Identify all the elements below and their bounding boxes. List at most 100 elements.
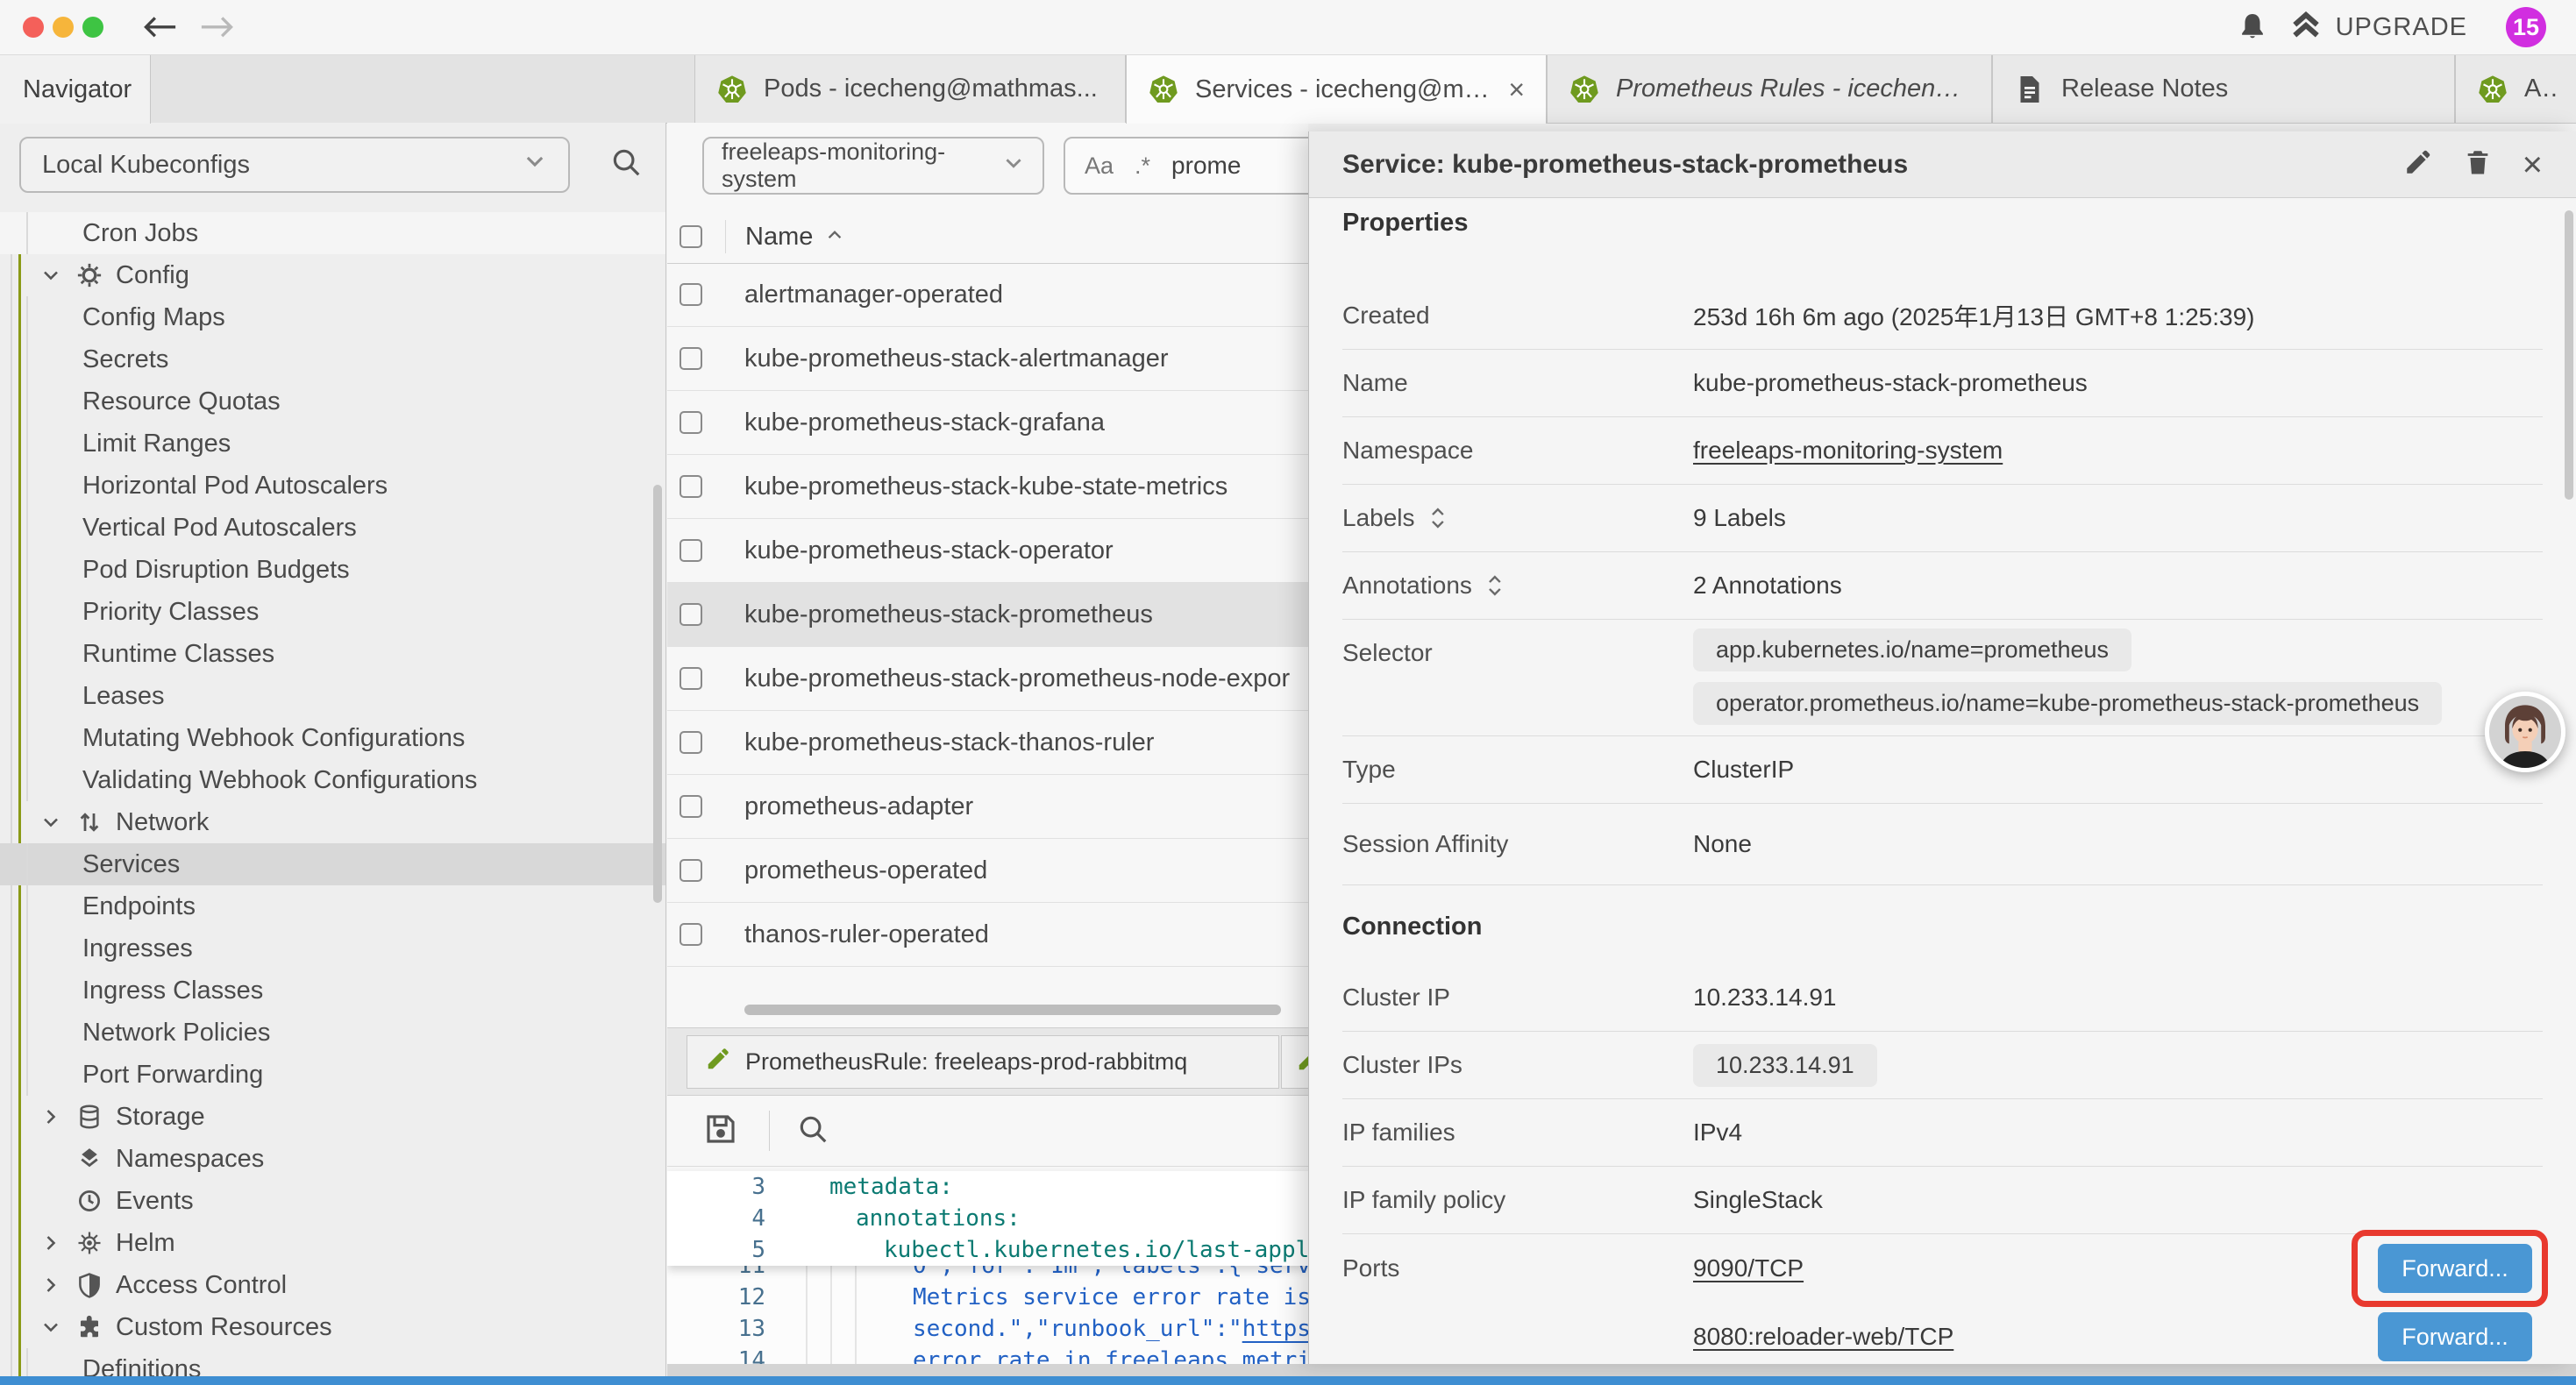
sidebar-item-vertical-pod-autoscalers[interactable]: Vertical Pod Autoscalers bbox=[0, 507, 665, 549]
close-tab-icon[interactable]: × bbox=[1508, 75, 1525, 103]
table-row[interactable]: kube-prometheus-stack-grafana bbox=[667, 391, 1308, 455]
expand-collapse-icon[interactable] bbox=[1486, 572, 1504, 599]
sidebar-item-storage[interactable]: Storage bbox=[0, 1096, 665, 1138]
sidebar-item-network[interactable]: Network bbox=[0, 801, 665, 843]
navigator-tab[interactable]: Navigator bbox=[0, 55, 151, 124]
delete-trash-icon[interactable] bbox=[2463, 147, 2493, 181]
save-button[interactable] bbox=[702, 1111, 739, 1152]
sidebar-item-events[interactable]: Events bbox=[0, 1180, 665, 1222]
table-row[interactable]: kube-prometheus-stack-prometheus-node-ex… bbox=[667, 647, 1308, 711]
sidebar-item-horizontal-pod-autoscalers[interactable]: Horizontal Pod Autoscalers bbox=[0, 465, 665, 507]
row-checkbox[interactable] bbox=[680, 603, 702, 626]
table-row[interactable]: prometheus-adapter bbox=[667, 775, 1308, 839]
sidebar-item-custom-resources[interactable]: Custom Resources bbox=[0, 1306, 665, 1348]
tab-services[interactable]: Services - icecheng@math...× bbox=[1126, 55, 1547, 124]
row-checkbox[interactable] bbox=[680, 923, 702, 946]
upgrade-button[interactable]: UPGRADE bbox=[2290, 0, 2467, 54]
minimize-window-button[interactable] bbox=[53, 17, 74, 38]
sidebar-item-definitions[interactable]: Definitions bbox=[0, 1348, 665, 1376]
row-checkbox[interactable] bbox=[680, 667, 702, 690]
row-checkbox[interactable] bbox=[680, 411, 702, 434]
table-row[interactable]: thanos-ruler-operated bbox=[667, 903, 1308, 967]
row-checkbox[interactable] bbox=[680, 539, 702, 562]
sidebar-item-ingress-classes[interactable]: Ingress Classes bbox=[0, 970, 665, 1012]
edit-pencil-icon[interactable] bbox=[2403, 147, 2433, 181]
tab-pods[interactable]: Pods - icecheng@mathmas... bbox=[694, 55, 1126, 123]
forward-button[interactable] bbox=[196, 9, 238, 46]
notification-count-badge[interactable]: 15 bbox=[2506, 7, 2546, 47]
chevron-down-icon[interactable] bbox=[40, 265, 61, 286]
sidebar-item-runtime-classes[interactable]: Runtime Classes bbox=[0, 633, 665, 675]
sidebar-item-config-maps[interactable]: Config Maps bbox=[0, 296, 665, 338]
editor-search-button[interactable] bbox=[796, 1112, 829, 1150]
editor-tab-next[interactable] bbox=[1281, 1035, 1308, 1089]
name-column-header[interactable]: Name bbox=[745, 223, 844, 252]
table-row[interactable]: kube-prometheus-stack-operator bbox=[667, 519, 1308, 583]
row-checkbox[interactable] bbox=[680, 859, 702, 882]
port-link[interactable]: 8080:reloader-web/TCP bbox=[1693, 1323, 1953, 1351]
table-row[interactable]: kube-prometheus-stack-prometheus bbox=[667, 583, 1308, 647]
sidebar-item-endpoints[interactable]: Endpoints bbox=[0, 885, 665, 927]
back-button[interactable] bbox=[139, 9, 181, 46]
port-link[interactable]: 9090/TCP bbox=[1693, 1254, 1804, 1282]
yaml-editor[interactable]: 110","for":"1m","labels":{"service":"12M… bbox=[667, 1171, 1308, 1364]
close-window-button[interactable] bbox=[23, 17, 44, 38]
sidebar-search-button[interactable] bbox=[609, 146, 643, 183]
namespace-link[interactable]: freeleaps-monitoring-system bbox=[1693, 437, 2003, 465]
sidebar-item-network-policies[interactable]: Network Policies bbox=[0, 1012, 665, 1054]
sidebar-item-port-forwarding[interactable]: Port Forwarding bbox=[0, 1054, 665, 1096]
chevron-down-icon[interactable] bbox=[40, 1317, 61, 1338]
sidebar-item-pod-disruption-budgets[interactable]: Pod Disruption Budgets bbox=[0, 549, 665, 591]
table-row[interactable]: kube-prometheus-stack-kube-state-metrics bbox=[667, 455, 1308, 519]
row-checkbox[interactable] bbox=[680, 731, 702, 754]
row-checkbox[interactable] bbox=[680, 283, 702, 306]
chevron-right-icon[interactable] bbox=[40, 1232, 61, 1254]
user-avatar[interactable] bbox=[2485, 692, 2565, 772]
sidebar-item-helm[interactable]: Helm bbox=[0, 1222, 665, 1264]
select-all-checkbox[interactable] bbox=[680, 225, 702, 248]
editor-tab-prometheusrule[interactable]: PrometheusRule: freeleaps-prod-rabbitmq bbox=[687, 1035, 1279, 1089]
table-row[interactable]: prometheus-operated bbox=[667, 839, 1308, 903]
sidebar-item-mutating-webhook-configurations[interactable]: Mutating Webhook Configurations bbox=[0, 717, 665, 759]
regex-toggle[interactable]: .* bbox=[1135, 153, 1150, 180]
chevron-down-icon[interactable] bbox=[40, 812, 61, 833]
horizontal-scrollbar[interactable] bbox=[744, 1005, 1281, 1015]
sidebar-item-ingresses[interactable]: Ingresses bbox=[0, 927, 665, 970]
sidebar-item-access-control[interactable]: Access Control bbox=[0, 1264, 665, 1306]
search-icon bbox=[796, 1112, 829, 1146]
chevron-right-icon[interactable] bbox=[40, 1106, 61, 1127]
close-icon[interactable]: × bbox=[2523, 147, 2543, 182]
sidebar-item-limit-ranges[interactable]: Limit Ranges bbox=[0, 423, 665, 465]
case-sensitive-toggle[interactable]: Aa bbox=[1085, 153, 1114, 180]
maximize-window-button[interactable] bbox=[82, 17, 103, 38]
table-row[interactable]: alertmanager-operated bbox=[667, 263, 1308, 327]
forward-button[interactable]: Forward... bbox=[2378, 1244, 2532, 1293]
sidebar-item-services[interactable]: Services bbox=[0, 843, 665, 885]
detail-scrollbar[interactable] bbox=[2565, 210, 2573, 500]
row-checkbox[interactable] bbox=[680, 347, 702, 370]
kubeconfig-selector[interactable]: Local Kubeconfigs bbox=[19, 137, 570, 193]
sidebar-item-leases[interactable]: Leases bbox=[0, 675, 665, 717]
list-search-input[interactable]: Aa .* prome bbox=[1064, 137, 1308, 195]
namespace-filter-select[interactable]: freeleaps-monitoring-system bbox=[702, 137, 1044, 195]
sidebar-item-resource-quotas[interactable]: Resource Quotas bbox=[0, 380, 665, 423]
sidebar-item-priority-classes[interactable]: Priority Classes bbox=[0, 591, 665, 633]
yaml-link[interactable]: https://net bbox=[1242, 1316, 1308, 1342]
notifications-bell-button[interactable] bbox=[2236, 11, 2269, 48]
forward-button[interactable]: Forward... bbox=[2378, 1312, 2532, 1361]
row-checkbox[interactable] bbox=[680, 795, 702, 818]
sidebar-item-namespaces[interactable]: Namespaces bbox=[0, 1138, 665, 1180]
row-checkbox[interactable] bbox=[680, 475, 702, 498]
table-row[interactable]: kube-prometheus-stack-alertmanager bbox=[667, 327, 1308, 391]
sidebar-item-secrets[interactable]: Secrets bbox=[0, 338, 665, 380]
expand-collapse-icon[interactable] bbox=[1429, 505, 1447, 531]
tab-argo[interactable]: Argo Se bbox=[2455, 55, 2576, 123]
sidebar-item-config[interactable]: Config bbox=[0, 254, 665, 296]
table-row[interactable]: kube-prometheus-stack-thanos-ruler bbox=[667, 711, 1308, 775]
sidebar-item-validating-webhook-configurations[interactable]: Validating Webhook Configurations bbox=[0, 759, 665, 801]
tab-release[interactable]: Release Notes bbox=[1992, 55, 2455, 123]
chevron-right-icon[interactable] bbox=[40, 1275, 61, 1296]
sidebar-item-cron-jobs[interactable]: Cron Jobs bbox=[0, 212, 665, 254]
sidebar-scrollbar[interactable] bbox=[653, 485, 662, 903]
tab-prometheus[interactable]: Prometheus Rules - icecheng... bbox=[1547, 55, 1992, 123]
